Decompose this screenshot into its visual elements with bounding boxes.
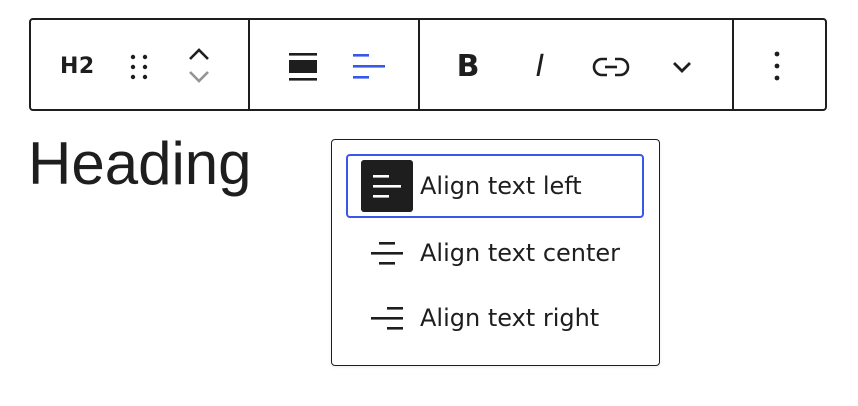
- menu-item-label: Align text right: [420, 304, 600, 332]
- menu-item-align-center[interactable]: Align text center: [346, 221, 644, 285]
- text-align-dropdown: Align text left Align text center Align …: [331, 139, 660, 366]
- block-type-button[interactable]: H2: [60, 50, 95, 82]
- menu-item-label: Align text left: [420, 172, 582, 200]
- menu-item-align-right[interactable]: Align text right: [346, 286, 644, 350]
- move-up-icon[interactable]: [185, 44, 213, 66]
- toolbar-group-format: B I: [418, 20, 732, 109]
- drag-handle-icon[interactable]: [129, 53, 151, 81]
- bold-button[interactable]: B: [454, 48, 482, 84]
- align-center-icon: [361, 227, 413, 279]
- toolbar-group-alignment: [248, 20, 418, 109]
- block-toolbar: H2 B I: [29, 18, 827, 111]
- menu-item-label: Align text center: [420, 239, 621, 267]
- block-align-icon[interactable]: [288, 52, 318, 82]
- link-icon[interactable]: [592, 54, 630, 80]
- heading-block[interactable]: Heading: [28, 128, 252, 200]
- more-options-icon[interactable]: [767, 48, 787, 84]
- block-mover: [185, 42, 213, 90]
- italic-button[interactable]: I: [528, 48, 552, 84]
- align-right-icon: [361, 292, 413, 344]
- chevron-down-icon[interactable]: [670, 56, 694, 78]
- align-left-icon: [361, 160, 413, 212]
- toolbar-group-block: H2: [31, 20, 248, 109]
- move-down-icon[interactable]: [185, 66, 213, 88]
- text-align-left-icon[interactable]: [352, 52, 386, 82]
- menu-item-align-left[interactable]: Align text left: [346, 154, 644, 218]
- toolbar-group-options: [732, 20, 825, 109]
